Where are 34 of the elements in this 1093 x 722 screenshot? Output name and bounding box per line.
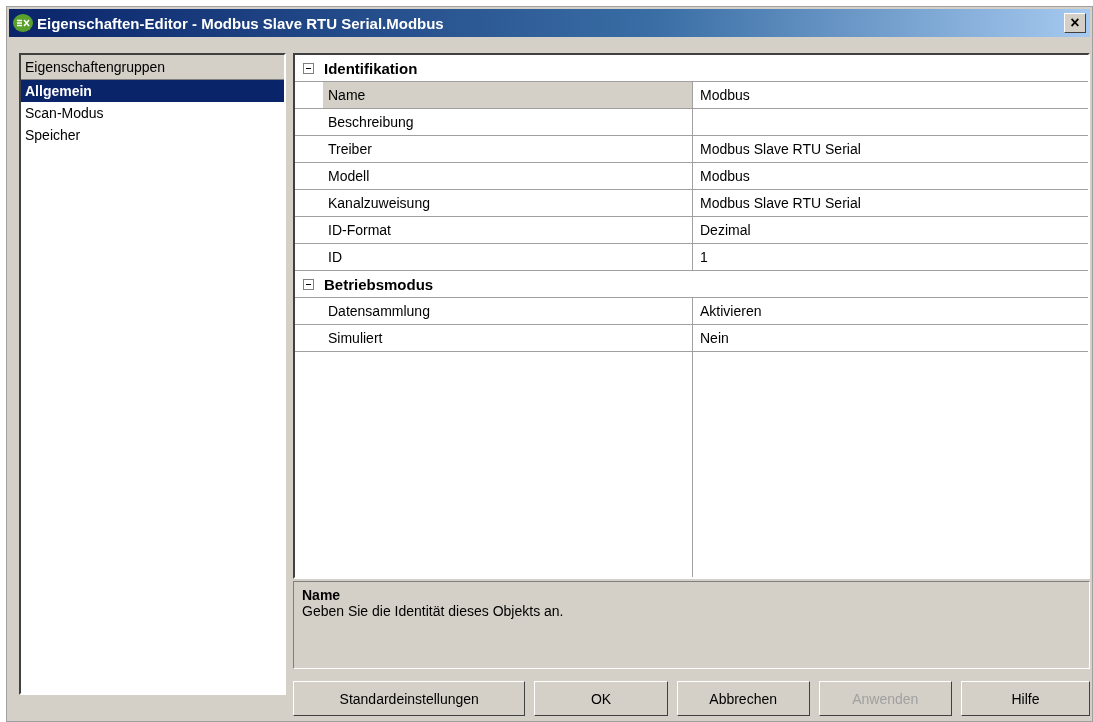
property-name[interactable]: ID-Format	[323, 217, 693, 243]
property-name[interactable]: Treiber	[323, 136, 693, 162]
app-logo-icon	[13, 14, 33, 32]
property-name[interactable]: Datensammlung	[323, 298, 693, 324]
dialog-button[interactable]: Abbrechen	[676, 681, 810, 716]
property-value[interactable]: Aktivieren	[693, 298, 1088, 324]
close-button[interactable]: ×	[1064, 13, 1086, 33]
property-name[interactable]: Beschreibung	[323, 109, 693, 135]
property-name[interactable]: Kanalzuweisung	[323, 190, 693, 216]
description-text: Geben Sie die Identität dieses Objekts an.	[302, 603, 565, 619]
groups-header: Eigenschaftengruppen	[21, 55, 284, 80]
property-value[interactable]: Modbus	[693, 82, 1088, 108]
property-value[interactable]: Nein	[693, 325, 1088, 351]
property-name[interactable]: Simuliert	[323, 325, 693, 351]
group-item[interactable]: Allgemein	[21, 80, 284, 102]
collapse-icon[interactable]	[303, 62, 314, 74]
property-value[interactable]: Dezimal	[693, 217, 1088, 243]
dialog-button[interactable]: Standardeinstellungen	[293, 681, 526, 716]
section-title: Betriebsmodus	[324, 275, 434, 293]
window-title: Eigenschaften-Editor - Modbus Slave RTU Serial.Modbus	[37, 14, 445, 32]
property-value[interactable]: Modbus Slave RTU Serial	[693, 136, 1088, 162]
dialog-button[interactable]: Hilfe	[960, 681, 1090, 716]
property-value[interactable]: Modbus Slave RTU Serial	[693, 190, 1088, 216]
group-item[interactable]: Speicher	[21, 124, 284, 146]
group-item[interactable]: Scan-Modus	[21, 102, 284, 124]
property-name[interactable]: Modell	[323, 163, 693, 189]
property-value[interactable]: 1	[693, 244, 1088, 270]
property-name[interactable]: Name	[323, 82, 693, 108]
property-value[interactable]: Modbus	[693, 163, 1088, 189]
collapse-icon[interactable]	[303, 278, 314, 290]
property-name[interactable]: ID	[323, 244, 693, 270]
description-title: Name	[302, 587, 342, 603]
dialog-button[interactable]: OK	[534, 681, 668, 716]
section-title: Identifikation	[324, 59, 418, 77]
